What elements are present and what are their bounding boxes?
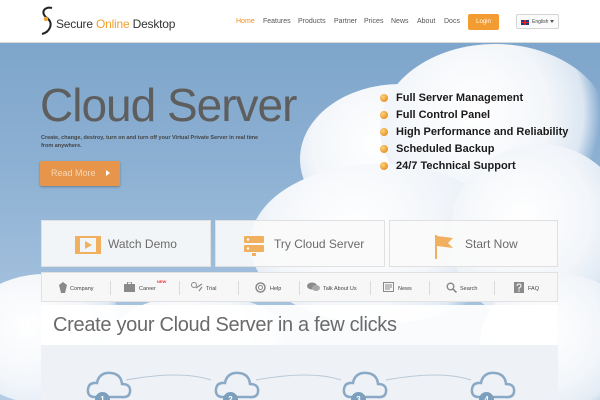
divider [238,281,239,295]
try-cloud-server-label: Try Cloud Server [274,237,365,251]
feature-text: Full Control Panel [396,109,491,121]
nav-docs[interactable]: Docs [444,18,460,25]
feature-text: Scheduled Backup [396,143,495,155]
subnav-label: FAQ [528,286,540,292]
try-cloud-server-button[interactable]: Try Cloud Server [215,220,385,267]
faq-icon [514,282,524,293]
server-icon [244,236,264,256]
logo-text-online: Online [95,17,130,31]
subnav-label: Career [139,286,156,292]
nav-about[interactable]: About [417,18,435,25]
divider [494,281,495,295]
language-selector[interactable]: English [516,14,559,29]
lifebuoy-icon [255,282,266,293]
subnav-faq[interactable]: FAQ [514,273,550,303]
feature-text: Full Server Management [396,92,524,104]
search-icon [446,282,457,293]
briefcase-icon [124,282,135,292]
read-more-button[interactable]: Read More [40,161,120,186]
video-icon [75,236,101,254]
divider [429,281,430,295]
divider [110,281,111,295]
chat-icon [307,282,320,291]
login-button[interactable]: Login [468,14,499,30]
steps-title: Create your Cloud Server in a few clicks [53,314,397,336]
step-number: 1 [95,392,110,400]
feature-text: High Performance and Reliability [396,126,569,138]
chevron-down-icon [550,20,554,23]
bullet-icon [380,145,388,153]
step-number: 4 [479,392,494,400]
bullet-icon [380,162,388,170]
watch-demo-label: Watch Demo [108,237,177,251]
divider [179,281,180,295]
subnav-talk-about-us[interactable]: Talk About Us [307,273,369,303]
subnav-career[interactable]: Career [124,273,174,303]
divider [370,281,371,295]
start-now-button[interactable]: Start Now [389,220,558,267]
nav-partner[interactable]: Partner [334,18,357,25]
flag-icon [435,235,453,259]
step-number: 2 [223,392,238,400]
subnav-label: News [398,286,412,292]
secondary-nav: Company Career NEW Trial Help Talk About… [41,272,558,302]
nav-prices[interactable]: Prices [364,18,383,25]
hero-subtitle: Create, change, destroy, turn on and tur… [41,135,259,150]
new-badge: NEW [157,279,167,284]
uk-flag-icon [521,20,529,25]
start-now-label: Start Now [465,237,518,251]
arrow-right-icon [106,170,110,176]
logo-icon [41,6,53,35]
divider [299,281,300,295]
logo-text-desktop: Desktop [129,17,176,31]
subnav-help[interactable]: Help [255,273,295,303]
steps-panel: Create your Cloud Server in a few clicks… [41,305,558,400]
subnav-news[interactable]: News [383,273,423,303]
nav-products[interactable]: Products [298,18,326,25]
subnav-label: Company [70,286,94,292]
company-icon [59,282,67,293]
subnav-company[interactable]: Company [56,273,106,303]
subnav-label: Search [460,286,478,292]
watch-demo-button[interactable]: Watch Demo [41,220,211,267]
logo-text-secure: Secure [56,17,96,31]
subnav-trial[interactable]: Trial [191,273,231,303]
subnav-label: Help [270,286,282,292]
feature-text: 24/7 Technical Support [396,160,516,172]
nav-news[interactable]: News [391,18,409,25]
nav-features[interactable]: Features [263,18,291,25]
hero-title: Cloud Server [40,79,297,131]
trial-icon [191,282,203,292]
subnav-label: Trial [206,286,217,292]
bullet-icon [380,128,388,136]
language-label: English [532,19,549,25]
top-header: Secure Online Desktop Home Features Prod… [0,0,600,43]
read-more-label: Read More [51,168,96,178]
site-logo[interactable]: Secure Online Desktop [38,5,198,37]
step-number: 3 [351,392,366,400]
subnav-search[interactable]: Search [446,273,486,303]
nav-home[interactable]: Home [236,18,255,25]
bullet-icon [380,111,388,119]
bullet-icon [380,94,388,102]
news-icon [383,282,394,292]
subnav-label: Talk About Us [323,286,357,292]
